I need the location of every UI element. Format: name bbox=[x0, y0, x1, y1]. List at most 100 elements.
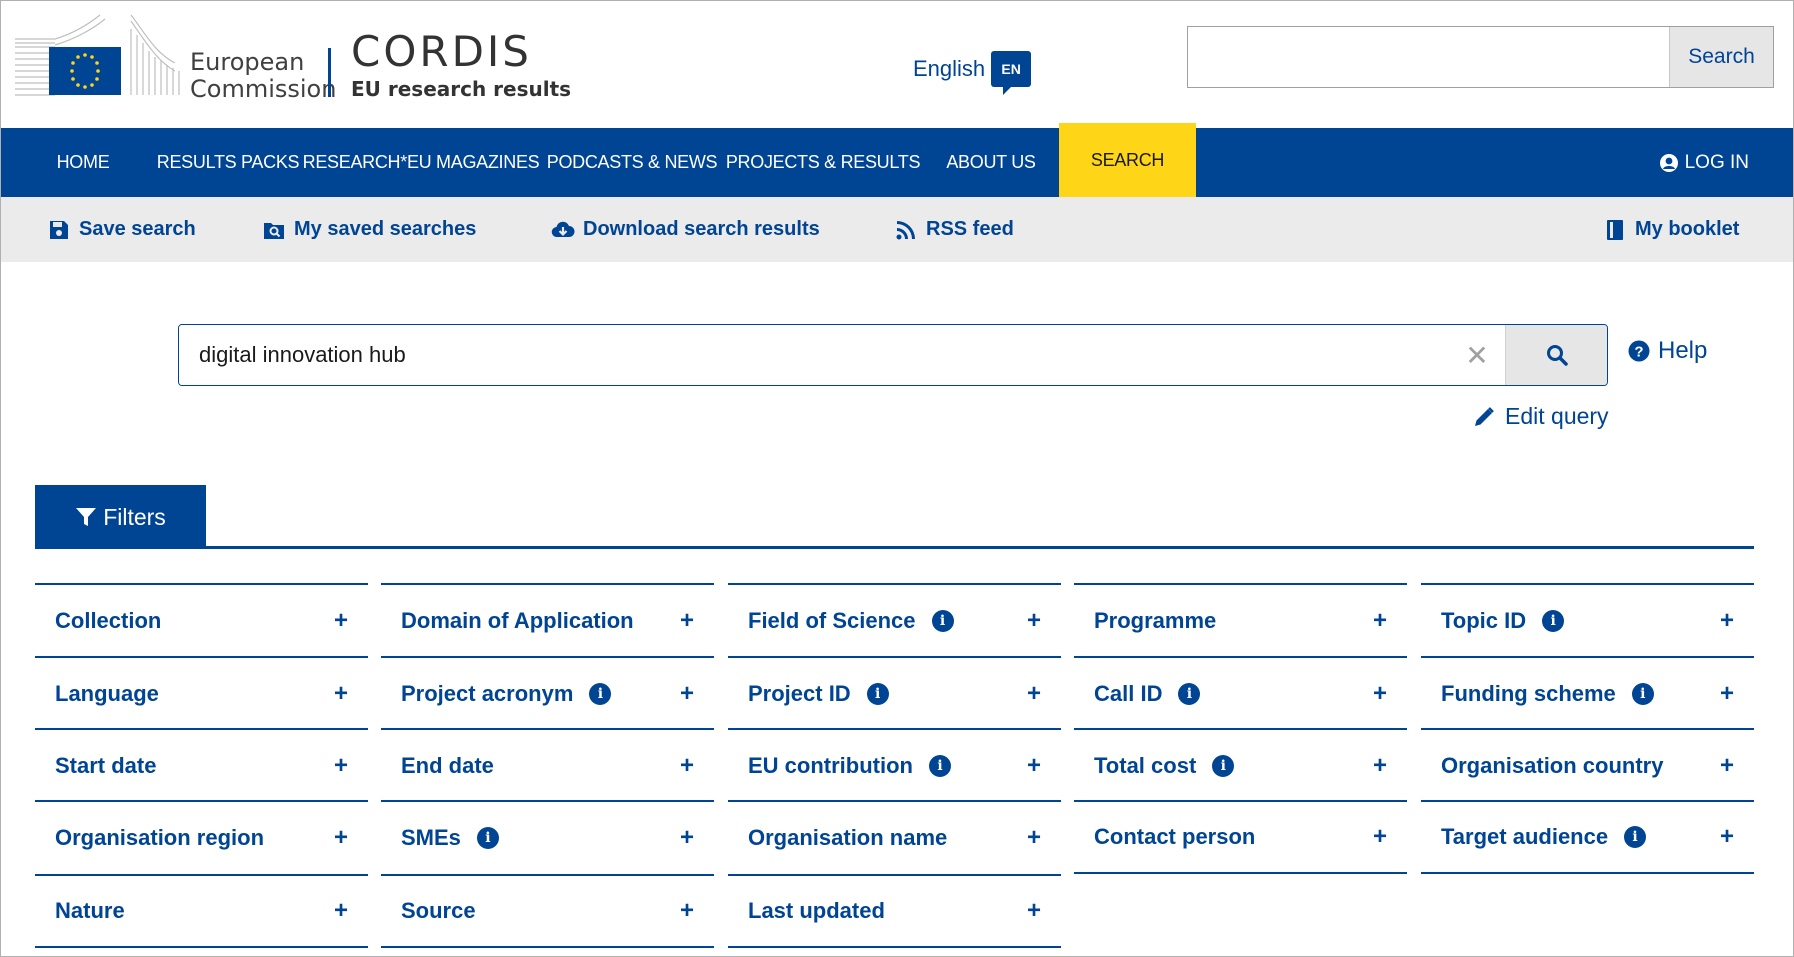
svg-text:?: ? bbox=[1634, 344, 1643, 361]
site-subtitle: EU research results bbox=[351, 77, 572, 101]
save-search-button[interactable]: Save search bbox=[47, 197, 196, 262]
filter-nature[interactable]: Nature + bbox=[35, 874, 368, 948]
info-icon[interactable]: i bbox=[1178, 683, 1201, 705]
filter-call-id[interactable]: Call ID i + bbox=[1074, 656, 1407, 730]
filter-target-audience[interactable]: Target audience i + bbox=[1421, 800, 1754, 874]
expand-plus-icon: + bbox=[333, 897, 348, 924]
login-link[interactable]: LOG IN bbox=[1659, 128, 1749, 197]
filter-eu-contribution[interactable]: EU contribution i + bbox=[728, 728, 1061, 802]
expand-plus-icon: + bbox=[679, 752, 694, 779]
filter-total-cost[interactable]: Total cost i + bbox=[1074, 728, 1407, 802]
edit-query-label: Edit query bbox=[1505, 403, 1609, 429]
pencil-icon bbox=[1475, 406, 1494, 426]
filter-label: Programme bbox=[1094, 608, 1217, 633]
info-icon[interactable]: i bbox=[1212, 755, 1235, 777]
expand-plus-icon: + bbox=[1026, 680, 1041, 707]
filter-label: Collection bbox=[55, 608, 162, 633]
main-navigation: HOME RESULTS PACKS RESEARCH*EU MAGAZINES… bbox=[1, 123, 1793, 197]
language-code-badge: EN bbox=[991, 51, 1032, 95]
filter-label: Funding scheme bbox=[1441, 681, 1616, 706]
expand-plus-icon: + bbox=[333, 824, 348, 851]
filter-last-updated[interactable]: Last updated + bbox=[728, 874, 1061, 948]
european-commission-logo[interactable]: European Commission bbox=[15, 13, 336, 103]
nav-item-podcasts-news[interactable]: PODCASTS & NEWS bbox=[547, 128, 718, 197]
edit-query-link[interactable]: Edit query bbox=[1473, 403, 1609, 430]
filter-contact-person[interactable]: Contact person + bbox=[1074, 800, 1407, 874]
language-selector[interactable]: English EN bbox=[913, 49, 1032, 95]
filter-label: Project ID bbox=[748, 681, 851, 706]
expand-plus-icon: + bbox=[1026, 897, 1041, 924]
filter-smes[interactable]: SMEs i + bbox=[381, 800, 714, 874]
expand-plus-icon: + bbox=[1719, 752, 1734, 779]
cordis-search-page: European Commission CORDIS EU research r… bbox=[0, 0, 1794, 957]
filter-label: Organisation name bbox=[748, 825, 948, 850]
filter-organisation-name[interactable]: Organisation name + bbox=[728, 800, 1061, 874]
expand-plus-icon: + bbox=[1372, 752, 1387, 779]
filter-label: Total cost bbox=[1094, 753, 1197, 778]
info-icon[interactable]: i bbox=[1624, 826, 1647, 848]
filter-language[interactable]: Language + bbox=[35, 656, 368, 730]
download-results-button[interactable]: Download search results bbox=[551, 197, 820, 262]
info-icon[interactable]: i bbox=[866, 683, 889, 705]
filter-label: EU contribution bbox=[748, 753, 913, 778]
filter-topic-id[interactable]: Topic ID i + bbox=[1421, 583, 1754, 657]
main-search-input[interactable] bbox=[179, 325, 1449, 385]
help-link[interactable]: ? Help bbox=[1628, 337, 1707, 365]
nav-item-about-us[interactable]: ABOUT US bbox=[936, 128, 1046, 197]
expand-plus-icon: + bbox=[1719, 607, 1734, 634]
filter-label: Last updated bbox=[748, 898, 885, 923]
expand-plus-icon: + bbox=[679, 607, 694, 634]
filter-organisation-region[interactable]: Organisation region + bbox=[35, 800, 368, 874]
magnifier-icon bbox=[1546, 345, 1568, 366]
info-icon[interactable]: i bbox=[476, 827, 499, 849]
cloud-download-icon bbox=[551, 221, 575, 237]
expand-plus-icon: + bbox=[1026, 752, 1041, 779]
filter-field-of-science[interactable]: Field of Science i + bbox=[728, 583, 1061, 657]
download-results-label: Download search results bbox=[583, 218, 820, 240]
info-icon[interactable]: i bbox=[931, 610, 954, 632]
nav-item-research-eu-magazines[interactable]: RESEARCH*EU MAGAZINES bbox=[303, 128, 540, 197]
site-search: Search bbox=[1187, 26, 1774, 88]
filter-label: Nature bbox=[55, 898, 125, 923]
filter-start-date[interactable]: Start date + bbox=[35, 728, 368, 802]
info-icon[interactable]: i bbox=[1542, 610, 1565, 632]
nav-item-results-packs[interactable]: RESULTS PACKS bbox=[157, 128, 300, 197]
nav-item-projects-results[interactable]: PROJECTS & RESULTS bbox=[726, 128, 921, 197]
site-title[interactable]: CORDIS bbox=[351, 29, 532, 75]
site-search-button[interactable]: Search bbox=[1669, 27, 1773, 87]
filter-programme[interactable]: Programme + bbox=[1074, 583, 1407, 657]
info-icon[interactable]: i bbox=[589, 683, 612, 705]
expand-plus-icon: + bbox=[1719, 823, 1734, 850]
filter-project-acronym[interactable]: Project acronym i + bbox=[381, 656, 714, 730]
site-header: European Commission CORDIS EU research r… bbox=[1, 1, 1793, 127]
filter-collection[interactable]: Collection + bbox=[35, 583, 368, 657]
nav-item-search[interactable]: SEARCH bbox=[1059, 123, 1196, 197]
nav-item-home[interactable]: HOME bbox=[39, 128, 127, 197]
my-booklet-button[interactable]: My booklet bbox=[1603, 197, 1739, 262]
rss-feed-button[interactable]: RSS feed bbox=[894, 197, 1014, 262]
info-icon[interactable]: i bbox=[1631, 683, 1654, 705]
my-saved-searches-label: My saved searches bbox=[294, 218, 477, 240]
filter-funding-scheme[interactable]: Funding scheme i + bbox=[1421, 656, 1754, 730]
main-search-bar: ✕ bbox=[178, 324, 1608, 386]
search-submit-button[interactable] bbox=[1505, 325, 1607, 385]
rss-feed-label: RSS feed bbox=[926, 218, 1014, 240]
filter-label: Contact person bbox=[1094, 824, 1256, 849]
expand-plus-icon: + bbox=[1719, 680, 1734, 707]
filter-project-id[interactable]: Project ID i + bbox=[728, 656, 1061, 730]
tab-filters[interactable]: Filters bbox=[35, 485, 206, 549]
filter-label: Source bbox=[401, 898, 476, 923]
site-search-input[interactable] bbox=[1188, 27, 1669, 87]
expand-plus-icon: + bbox=[333, 607, 348, 634]
clear-search-icon[interactable]: ✕ bbox=[1449, 325, 1505, 385]
my-saved-searches-button[interactable]: My saved searches bbox=[262, 197, 476, 262]
expand-plus-icon: + bbox=[679, 824, 694, 851]
filter-end-date[interactable]: End date + bbox=[381, 728, 714, 802]
filter-organisation-country[interactable]: Organisation country + bbox=[1421, 728, 1754, 802]
expand-plus-icon: + bbox=[679, 680, 694, 707]
expand-plus-icon: + bbox=[1372, 607, 1387, 634]
info-icon[interactable]: i bbox=[928, 755, 951, 777]
filter-source[interactable]: Source + bbox=[381, 874, 714, 948]
logo-separator bbox=[328, 48, 331, 97]
filter-domain-of-application[interactable]: Domain of Application + bbox=[381, 583, 714, 657]
